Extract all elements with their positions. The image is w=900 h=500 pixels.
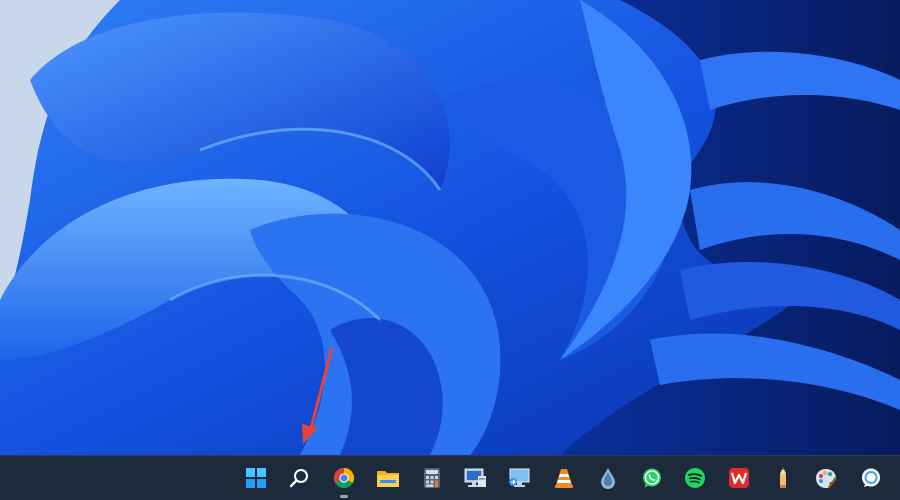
computer-management-icon[interactable] (460, 463, 490, 493)
remote-desktop-icon[interactable] (504, 463, 534, 493)
vlc-icon[interactable] (549, 463, 579, 493)
file-explorer-icon[interactable] (373, 463, 403, 493)
chat-bubble-icon[interactable] (856, 463, 886, 493)
whatsapp-icon[interactable] (637, 463, 667, 493)
start-icon[interactable] (241, 463, 271, 493)
calculator-icon[interactable] (417, 463, 447, 493)
wps-office-icon[interactable] (724, 463, 754, 493)
search-icon[interactable] (284, 463, 314, 493)
taskbar (0, 455, 900, 500)
running-indicator (340, 495, 348, 498)
pencil-icon[interactable] (768, 463, 798, 493)
desktop-wallpaper (0, 0, 900, 455)
spotify-icon[interactable] (680, 463, 710, 493)
chrome-icon[interactable] (329, 463, 359, 498)
water-drop-icon[interactable] (593, 463, 623, 493)
paint-icon[interactable] (811, 463, 841, 493)
